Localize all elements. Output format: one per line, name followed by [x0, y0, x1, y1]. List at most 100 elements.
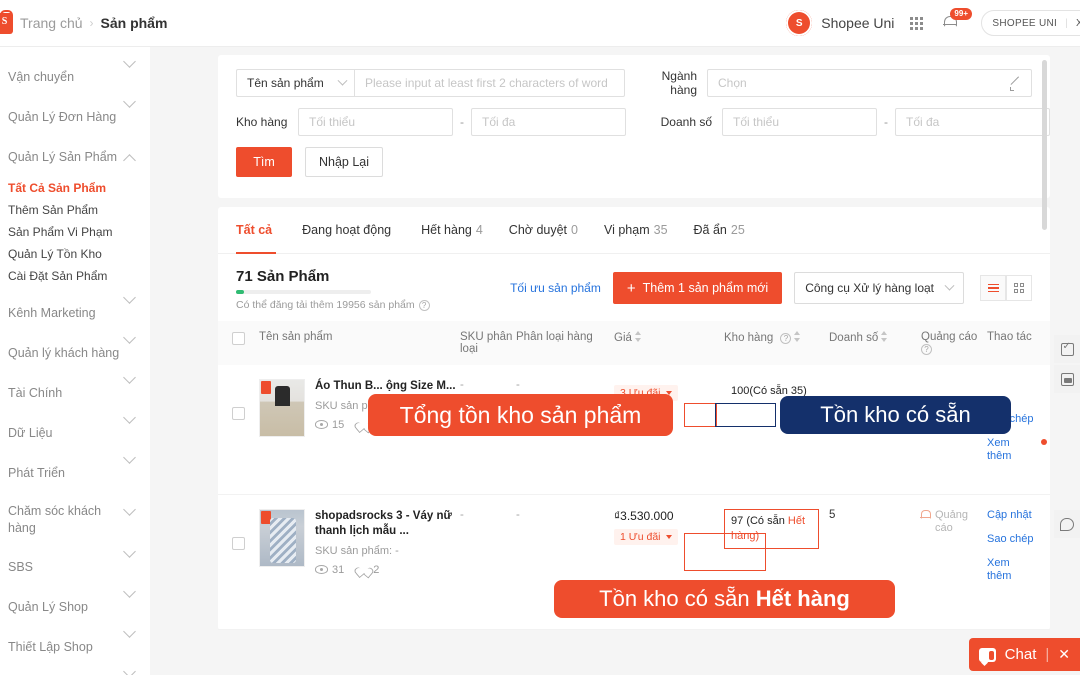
- sidebar-group-products[interactable]: Quản Lý Sản Phẩm: [0, 137, 150, 177]
- grid-view-button[interactable]: [1006, 275, 1032, 301]
- help-circle-icon[interactable]: ?: [921, 344, 932, 355]
- header-price[interactable]: Giá: [614, 331, 724, 344]
- sidebar: Vận chuyển Quản Lý Đơn Hàng Quản Lý Sản …: [0, 47, 150, 675]
- sales-min-input[interactable]: [722, 108, 877, 136]
- sidebar-item-all-products[interactable]: Tất Cả Sản Phẩm: [8, 177, 142, 199]
- shopee-uni-link[interactable]: S Shopee Uni: [786, 10, 894, 36]
- product-name[interactable]: Áo Thun B... ộng Size M...: [315, 379, 467, 394]
- sidebar-item-product-settings[interactable]: Cài Đặt Sản Phẩm: [8, 265, 142, 287]
- stock-max-input[interactable]: [471, 108, 626, 136]
- sidebar-group-orders[interactable]: Quản Lý Đơn Hàng: [0, 95, 150, 137]
- chevron-down-icon: [123, 291, 136, 304]
- upload-quota-label: Có thể đăng tải thêm 19956 sản phẩm: [236, 299, 415, 311]
- shop-account-name: SHOPEE UNI: [992, 17, 1058, 29]
- chevron-down-icon: [123, 95, 136, 108]
- sidebar-group-label: Quản Lý Đơn Hàng: [8, 110, 117, 124]
- sidebar-item-inventory[interactable]: Quản Lý Tồn Kho: [8, 243, 142, 265]
- row-checkbox[interactable]: [232, 407, 245, 420]
- stock-min-input[interactable]: [298, 108, 453, 136]
- close-icon[interactable]: ✕: [1058, 646, 1070, 663]
- sidebar-group-data[interactable]: Dữ Liệu: [0, 411, 150, 453]
- help-circle-icon[interactable]: ?: [780, 333, 792, 344]
- highlight-total-stock: [684, 403, 717, 427]
- row-action-copy[interactable]: Sao chép: [987, 533, 1037, 546]
- keyword-input[interactable]: [354, 69, 625, 97]
- sidebar-group-customers[interactable]: Quản lý khách hàng: [0, 331, 150, 373]
- bulk-tools-select[interactable]: Công cụ Xử lý hàng loạt: [794, 272, 964, 304]
- rail-feedback-button[interactable]: [1054, 510, 1080, 538]
- rail-checklist-button[interactable]: [1054, 335, 1080, 363]
- bell-icon: [920, 510, 931, 520]
- optimize-products-link[interactable]: Tối ưu sản phẩm: [510, 281, 601, 295]
- sidebar-group-customer-care[interactable]: Chăm sóc khách hàng: [0, 493, 150, 547]
- chat-bar[interactable]: Chat | ✕: [968, 638, 1080, 671]
- search-button[interactable]: Tìm: [236, 147, 292, 177]
- highlight-out-of-stock: [684, 533, 766, 571]
- header-stock[interactable]: Kho hàng ?: [724, 331, 829, 344]
- eye-icon: [315, 420, 328, 429]
- tab-count: 35: [653, 222, 668, 237]
- product-name[interactable]: shopadsrocks 3 - Váy nữ thanh lịch mẫu .…: [315, 509, 467, 539]
- breadcrumb-home[interactable]: Trang chủ: [20, 15, 83, 31]
- sidebar-group-shop-settings[interactable]: Thiết Lập Shop: [0, 625, 150, 667]
- rail-image-button[interactable]: [1054, 365, 1080, 393]
- sales-max-input[interactable]: [895, 108, 1050, 136]
- sort-icon[interactable]: [881, 331, 888, 342]
- sort-icon[interactable]: [794, 331, 801, 342]
- row-sku-class: -: [460, 379, 464, 391]
- select-all-checkbox[interactable]: [232, 332, 245, 345]
- sidebar-item-violating-products[interactable]: Sản Phẩm Vi Phạm: [8, 221, 142, 243]
- row-action-update[interactable]: Cập nhật: [987, 509, 1037, 522]
- scrollbar-thumb[interactable]: [1042, 60, 1047, 230]
- product-views: 15: [315, 419, 344, 431]
- tab-pending-approval[interactable]: Chờ duyệt 0: [509, 207, 578, 254]
- chevron-down-icon: [665, 535, 672, 539]
- breadcrumb: Trang chủ › Sản phẩm: [0, 9, 167, 34]
- sidebar-group-label: Phát Triển: [8, 466, 65, 480]
- sidebar-group-label: Trợ giúp: [8, 667, 55, 675]
- checklist-icon: [1060, 341, 1074, 356]
- add-product-button[interactable]: + Thêm 1 sản phẩm mới: [612, 272, 783, 304]
- sidebar-group-shop-management[interactable]: Quản Lý Shop: [0, 585, 150, 627]
- sidebar-group-marketing[interactable]: Kênh Marketing: [0, 291, 150, 333]
- sidebar-group-sbs[interactable]: SBS: [0, 545, 150, 587]
- edit-pencil-icon[interactable]: [1010, 77, 1022, 91]
- row-promo-badge[interactable]: 1 Ưu đãi: [614, 529, 678, 545]
- sidebar-group-label: Quản Lý Sản Phẩm: [8, 150, 118, 164]
- sidebar-item-add-product[interactable]: Thêm Sản Phẩm: [8, 199, 142, 221]
- chat-label: Chat: [1004, 646, 1037, 663]
- notification-badge: 99+: [950, 8, 972, 20]
- field-select[interactable]: Tên sản phẩm: [236, 69, 354, 97]
- sort-icon[interactable]: [634, 331, 642, 342]
- sidebar-group-shipping[interactable]: Vận chuyển: [0, 55, 150, 97]
- apps-grid-icon[interactable]: [910, 16, 924, 30]
- row-action-more[interactable]: Xem thêm: [987, 557, 1037, 583]
- chevron-down-icon: [337, 75, 348, 86]
- sidebar-group-development[interactable]: Phát Triển: [0, 451, 150, 493]
- shop-account-pill[interactable]: SHOPEE UNI | X: [981, 10, 1080, 36]
- chevron-down-icon: [123, 371, 136, 384]
- header-sku: SKU phân loại: [460, 331, 513, 355]
- row-ads[interactable]: Quảng cáo: [920, 509, 987, 535]
- row-action-more[interactable]: Xem thêm: [987, 437, 1037, 463]
- sidebar-group-help[interactable]: Trợ giúp: [0, 665, 150, 675]
- header-price-label: Giá: [614, 332, 632, 344]
- tab-all[interactable]: Tất cả: [236, 207, 277, 254]
- tab-hidden[interactable]: Đã ẩn 25: [694, 207, 745, 254]
- sidebar-group-finance[interactable]: Tài Chính: [0, 371, 150, 413]
- reset-button[interactable]: Nhập Lại: [305, 147, 384, 177]
- category-input[interactable]: [707, 69, 1032, 97]
- header-sales[interactable]: Doanh số: [829, 331, 921, 344]
- shop-pill-extra: X: [1076, 17, 1080, 29]
- list-view-button[interactable]: [980, 275, 1006, 301]
- header-ads-label: Quảng cáo: [921, 331, 978, 343]
- notifications-button[interactable]: 99+: [939, 8, 972, 36]
- tab-out-of-stock[interactable]: Hết hàng 4: [421, 207, 483, 254]
- row-checkbox[interactable]: [232, 537, 245, 550]
- tab-violation[interactable]: Vi phạm 35: [604, 207, 668, 254]
- sidebar-group-label: SBS: [8, 560, 34, 574]
- chevron-down-icon: [123, 331, 136, 344]
- tab-active[interactable]: Đang hoạt động: [302, 207, 395, 254]
- row-sales: 5: [829, 509, 836, 521]
- help-circle-icon[interactable]: ?: [418, 299, 430, 311]
